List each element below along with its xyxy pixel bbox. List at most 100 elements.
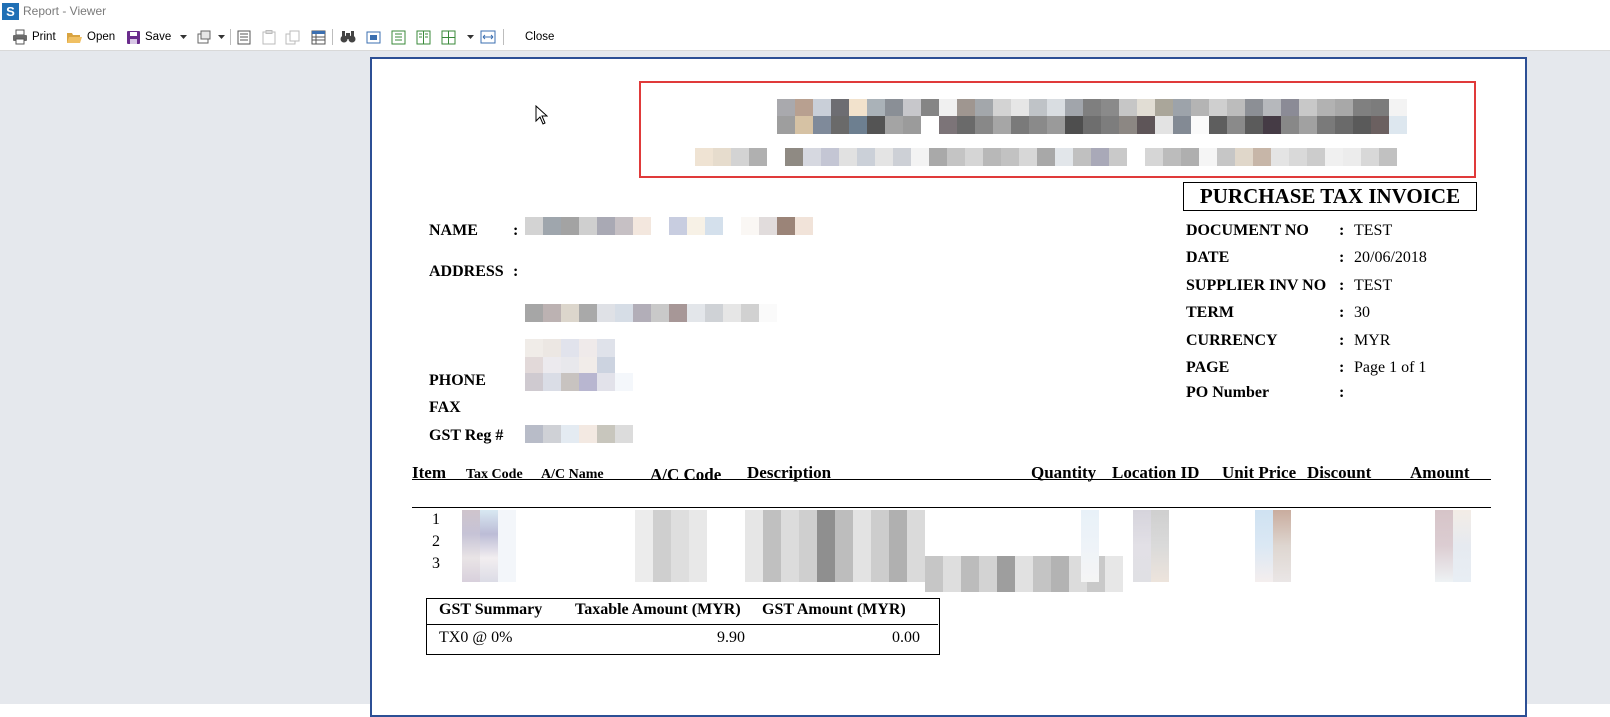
two-pages-icon xyxy=(416,30,431,44)
phone-label: PHONE xyxy=(429,372,486,389)
toolbar-separator xyxy=(332,29,333,45)
column-header-location-id: Location ID xyxy=(1112,463,1200,482)
term-value: 30 xyxy=(1354,304,1370,321)
redacted-supplier-address-line2 xyxy=(525,339,615,357)
address-label: ADDRESS xyxy=(429,263,504,280)
date-colon: : xyxy=(1339,249,1345,266)
column-header-ac-name: A/C Name xyxy=(541,467,604,482)
column-header-item: Item xyxy=(412,463,446,482)
supplier-inv-no-colon: : xyxy=(1339,277,1345,294)
editor-button[interactable] xyxy=(311,27,326,47)
name-label: NAME xyxy=(429,222,478,239)
column-header-tax-code: Tax Code xyxy=(466,467,523,482)
parameters-button[interactable] xyxy=(262,27,276,47)
annotation-highlight-box xyxy=(639,81,1476,178)
currency-label: CURRENCY xyxy=(1186,332,1278,349)
document-no-value: TEST xyxy=(1354,222,1393,239)
export-icon xyxy=(197,30,211,44)
binoculars-icon xyxy=(340,31,356,43)
app-logo-icon: S xyxy=(2,3,19,20)
redacted-ac-code-column xyxy=(635,510,707,582)
toolbar: Print Open Save Close xyxy=(0,24,1610,51)
fax-label: FAX xyxy=(429,399,461,416)
export-button[interactable] xyxy=(196,27,212,47)
print-label: Print xyxy=(32,31,56,43)
po-number-label: PO Number xyxy=(1186,384,1270,401)
redacted-tax-code-column xyxy=(462,510,516,582)
column-header-unit-price: Unit Price xyxy=(1222,463,1297,482)
column-header-description: Description xyxy=(747,463,832,482)
save-dropdown-arrow[interactable] xyxy=(180,27,187,47)
document-no-label: DOCUMENT NO xyxy=(1186,222,1309,239)
page-colon: : xyxy=(1339,359,1345,376)
chevron-down-icon xyxy=(180,34,187,39)
redacted-quantity-column xyxy=(1081,510,1099,582)
window-title: Report - Viewer xyxy=(23,4,107,18)
redacted-supplier-address xyxy=(525,304,777,322)
chevron-down-icon xyxy=(218,34,225,39)
mouse-cursor-icon xyxy=(535,104,549,130)
single-page-icon xyxy=(366,31,381,43)
currency-colon: : xyxy=(1339,332,1345,349)
table-row-item-number: 1 xyxy=(432,511,440,528)
save-button[interactable]: Save xyxy=(126,27,171,47)
close-label: Close xyxy=(525,31,555,43)
save-label: Save xyxy=(145,31,172,43)
gst-summary-rule xyxy=(427,624,938,625)
open-button[interactable]: Open xyxy=(66,27,115,47)
chevron-down-icon xyxy=(467,34,474,39)
currency-value: MYR xyxy=(1354,332,1391,349)
page-label: PAGE xyxy=(1186,359,1230,376)
document-no-colon: : xyxy=(1339,222,1345,239)
open-label: Open xyxy=(87,31,116,43)
title-bar: S Report - Viewer xyxy=(0,0,1610,24)
redacted-phone xyxy=(525,373,633,391)
gst-amount-header: GST Amount (MYR) xyxy=(762,601,906,618)
document-list-icon xyxy=(237,30,251,44)
folder-open-icon xyxy=(67,33,82,43)
taxable-amount-header: Taxable Amount (MYR) xyxy=(575,601,741,618)
gst-summary-table: GST Summary Taxable Amount (MYR) GST Amo… xyxy=(426,598,940,655)
table-row-item-number: 3 xyxy=(432,555,440,572)
column-header-quantity: Quantity xyxy=(1031,463,1097,482)
bookmarks-button[interactable] xyxy=(237,27,251,47)
view-mode-dropdown-arrow[interactable] xyxy=(467,27,474,47)
copy-pages-icon xyxy=(285,30,300,44)
document-title: PURCHASE TAX INVOICE xyxy=(1183,182,1477,211)
clipboard-icon xyxy=(262,29,276,44)
date-value: 20/06/2018 xyxy=(1354,249,1427,266)
table-row-item-number: 2 xyxy=(432,533,440,550)
print-button[interactable]: Print xyxy=(12,27,56,47)
printer-icon xyxy=(13,29,27,45)
find-button[interactable] xyxy=(340,27,356,47)
page-grid-view-button[interactable] xyxy=(441,27,456,47)
gst-reg-label: GST Reg # xyxy=(429,427,504,444)
floppy-disk-icon xyxy=(127,30,140,44)
close-button[interactable]: Close xyxy=(525,27,554,47)
redacted-location-column xyxy=(1133,510,1169,582)
supplier-inv-no-label: SUPPLIER INV NO xyxy=(1186,277,1327,294)
redacted-amount-column xyxy=(1435,510,1471,582)
single-page-view-button[interactable] xyxy=(366,27,381,47)
date-label: DATE xyxy=(1186,249,1230,266)
page-width-button[interactable] xyxy=(480,27,496,47)
export-dropdown-arrow[interactable] xyxy=(218,27,225,47)
address-colon: : xyxy=(513,263,519,280)
fit-width-icon xyxy=(480,30,496,44)
term-colon: : xyxy=(1339,304,1345,321)
column-header-amount: Amount xyxy=(1410,463,1470,482)
thumbnails-button[interactable] xyxy=(285,27,300,47)
name-colon: : xyxy=(513,222,519,239)
toolbar-separator xyxy=(503,29,504,45)
gst-summary-header: GST Summary xyxy=(439,601,543,618)
page-value: Page 1 of 1 xyxy=(1354,359,1427,376)
grid-pages-icon xyxy=(441,30,456,44)
redacted-description-column xyxy=(745,510,925,582)
multiple-pages-view-button[interactable] xyxy=(416,27,431,47)
column-header-discount: Discount xyxy=(1307,463,1372,482)
taxable-amount-value: 9.90 xyxy=(717,629,745,646)
continuous-view-button[interactable] xyxy=(391,27,406,47)
redacted-gst-reg xyxy=(525,425,633,443)
redacted-unit-price-column xyxy=(1255,510,1291,582)
term-label: TERM xyxy=(1186,304,1234,321)
